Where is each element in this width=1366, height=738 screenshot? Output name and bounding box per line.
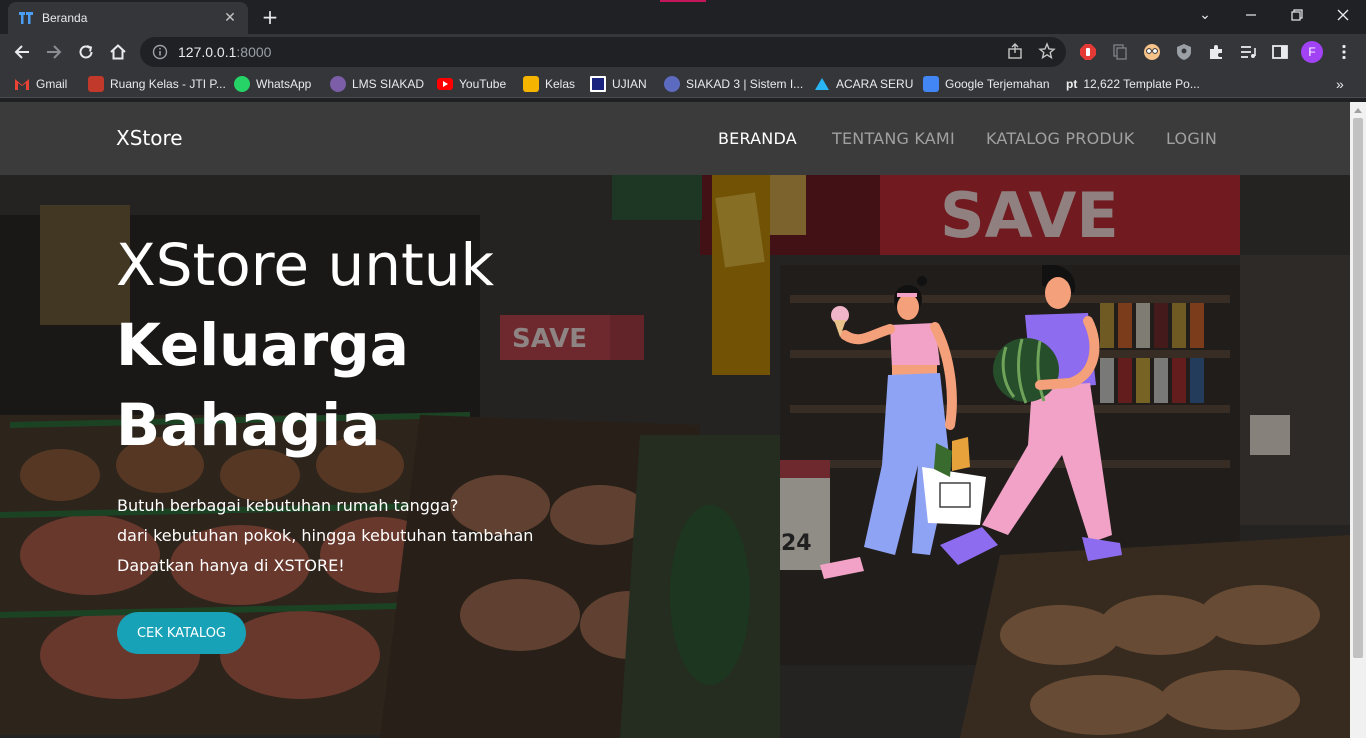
bookmark-siakad3[interactable]: SIAKAD 3 | Sistem I... — [664, 75, 803, 93]
bookmark-acara-seru[interactable]: ACARA SERU — [814, 75, 913, 93]
acara-icon — [815, 78, 829, 90]
extensions-puzzle-icon[interactable] — [1204, 40, 1228, 64]
nav-tentang-kami[interactable]: TENTANG KAMI — [832, 129, 955, 148]
bookmark-label: SIAKAD 3 | Sistem I... — [686, 77, 804, 91]
bookmark-label: LMS SIAKAD — [352, 77, 425, 91]
new-tab-button[interactable]: + — [258, 6, 282, 30]
template-icon: pt — [1066, 77, 1078, 91]
bookmark-ujian[interactable]: UJIAN — [590, 75, 647, 93]
close-tab-icon[interactable]: ✕ — [222, 10, 238, 26]
restore-button[interactable] — [1274, 0, 1320, 30]
close-window-button[interactable] — [1320, 0, 1366, 30]
home-button[interactable] — [106, 40, 130, 64]
bookmark-label: ACARA SERU — [836, 77, 914, 91]
reload-button[interactable] — [74, 40, 98, 64]
profile-avatar[interactable]: F — [1300, 40, 1324, 64]
copy-extension-icon[interactable] — [1108, 40, 1132, 64]
bookmark-kelas[interactable]: Kelas — [523, 75, 575, 93]
minimize-button[interactable] — [1228, 0, 1274, 30]
cek-katalog-button[interactable]: CEK KATALOG — [117, 612, 246, 654]
tab-search-chevron-icon[interactable]: ⌄ — [1182, 0, 1228, 30]
back-button[interactable] — [10, 40, 34, 64]
address-bar[interactable]: 127.0.0.1:8000 — [140, 37, 1066, 67]
page-scrollbar[interactable] — [1350, 102, 1366, 738]
youtube-icon — [437, 78, 453, 90]
bookmark-template[interactable]: pt 12,622 Template Po... — [1066, 75, 1200, 93]
scrollbar-thumb[interactable] — [1353, 118, 1363, 658]
bookmark-google-terjemahan[interactable]: Google Terjemahan — [923, 75, 1050, 93]
whatsapp-icon — [234, 76, 250, 92]
kelas-icon — [523, 76, 539, 92]
bookmark-label: Google Terjemahan — [945, 77, 1050, 91]
bookmark-label: UJIAN — [612, 77, 647, 91]
bookmark-youtube[interactable]: YouTube — [437, 75, 506, 93]
media-control-icon[interactable] — [1236, 40, 1260, 64]
shield-extension-icon[interactable] — [1172, 40, 1196, 64]
site-info-icon[interactable] — [152, 44, 168, 60]
classroom-icon — [88, 76, 104, 92]
browser-toolbar: 127.0.0.1:8000 F — [0, 34, 1366, 70]
gmail-icon — [15, 79, 29, 90]
forward-button[interactable] — [42, 40, 66, 64]
hero-subtitle-line: Dapatkan hanya di XSTORE! — [117, 556, 345, 575]
bookmark-label: 12,622 Template Po... — [1083, 77, 1200, 91]
page-viewport: XStore BERANDA TENTANG KAMI KATALOG PROD… — [0, 102, 1350, 738]
more-bookmarks-icon[interactable]: » — [1336, 75, 1344, 93]
bookmark-label: Kelas — [545, 77, 576, 91]
nav-katalog-produk[interactable]: KATALOG PRODUK — [986, 129, 1135, 148]
bookmark-whatsapp[interactable]: WhatsApp — [234, 75, 311, 93]
hero-title-line2: Keluarga — [116, 311, 409, 379]
url-port: :8000 — [236, 44, 272, 60]
tab-search-indicator — [660, 0, 706, 2]
siakad-icon — [664, 76, 680, 92]
share-icon[interactable] — [1006, 42, 1024, 60]
hero-section: SAVE SAVE R24 XStore untuk Keluarga Baha… — [0, 175, 1350, 738]
hero-subtitle-line: Butuh berbagai kebutuhan rumah tangga? — [117, 496, 459, 515]
adblock-extension-icon[interactable] — [1076, 40, 1100, 64]
tab-title: Beranda — [42, 11, 88, 25]
nav-beranda[interactable]: BERANDA — [718, 129, 797, 148]
translate-icon — [923, 76, 939, 92]
bookmark-star-icon[interactable] — [1038, 42, 1056, 60]
lms-icon — [330, 76, 346, 92]
nav-login[interactable]: LOGIN — [1166, 129, 1217, 148]
hero-title-line3: Bahagia — [116, 391, 381, 459]
hero-title-line1: XStore untuk — [116, 231, 495, 299]
site-navbar: XStore BERANDA TENTANG KAMI KATALOG PROD… — [0, 102, 1350, 175]
bookmarks-bar: Gmail Ruang Kelas - JTI P... WhatsApp LM… — [0, 70, 1366, 98]
side-panel-icon[interactable] — [1268, 40, 1292, 64]
bookmark-label: YouTube — [459, 77, 507, 91]
browser-menu-icon[interactable] — [1332, 40, 1356, 64]
shoppers-illustration — [820, 265, 1122, 579]
xstore-favicon-icon — [19, 12, 33, 24]
girl-shopper — [820, 276, 986, 579]
bookmark-label: Ruang Kelas - JTI P... — [110, 77, 226, 91]
hero-subtitle-line: dari kebutuhan pokok, hingga kebutuhan t… — [117, 526, 534, 545]
bookmark-gmail[interactable]: Gmail — [14, 75, 67, 93]
url-host: 127.0.0.1 — [178, 44, 237, 60]
profile-initial: F — [1301, 41, 1323, 63]
bookmark-lms-siakad[interactable]: LMS SIAKAD — [330, 75, 424, 93]
hero-title: XStore untuk Keluarga Bahagia — [116, 225, 494, 465]
glasses-extension-icon[interactable] — [1140, 40, 1164, 64]
scroll-up-icon[interactable] — [1350, 104, 1366, 118]
ujian-icon — [590, 76, 606, 92]
bookmark-label: WhatsApp — [256, 77, 312, 91]
site-brand[interactable]: XStore — [116, 126, 183, 150]
hero-subtitle: Butuh berbagai kebutuhan rumah tangga? d… — [117, 491, 533, 581]
bookmark-label: Gmail — [36, 77, 68, 91]
tab-beranda[interactable]: Beranda ✕ — [8, 2, 248, 34]
bookmark-ruang-kelas[interactable]: Ruang Kelas - JTI P... — [88, 75, 226, 93]
tab-strip: Beranda ✕ + ⌄ — [0, 0, 1366, 34]
